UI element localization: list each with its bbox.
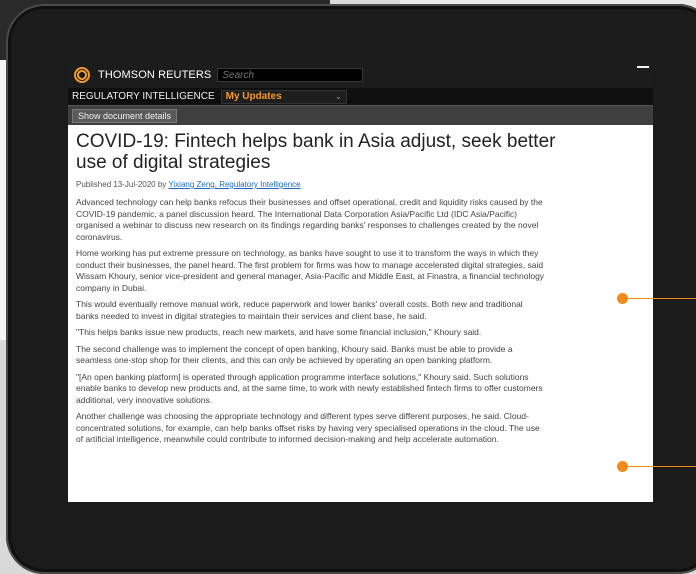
search-input[interactable] [217,68,364,82]
chevron-down-icon: ⌄ [334,92,342,101]
thomson-reuters-logo-icon [74,67,90,83]
sub-header: REGULATORY INTELLIGENCE My Updates ⌄ [68,88,653,105]
published-text: Published 13-Jul-2020 by [76,180,169,189]
section-label: REGULATORY INTELLIGENCE [72,91,215,102]
author-link[interactable]: Yixiang Zeng, Regulatory Intelligence [168,180,300,189]
article-paragraph: "This helps banks issue new products, re… [76,327,482,337]
top-bar: THOMSON REUTERS [68,62,653,88]
brand-name: THOMSON REUTERS [98,69,212,81]
article-paragraph: Home working has put extreme pressure on… [76,248,545,293]
updates-dropdown[interactable]: My Updates ⌄ [220,89,347,104]
tablet-screen: THOMSON REUTERS REGULATORY INTELLIGENCE … [68,62,653,502]
article-body: COVID-19: Fintech helps bank in Asia adj… [68,125,653,502]
article-paragraph: Another challenge was choosing the appro… [76,411,540,444]
menu-line-icon[interactable] [637,66,649,68]
callout-line-1 [627,298,696,299]
article-paragraph: "[An open banking platform] is operated … [76,371,543,405]
article-paragraph: This would eventually remove manual work… [76,299,523,321]
callout-line-2 [627,466,696,467]
article-title: COVID-19: Fintech helps bank in Asia adj… [76,131,556,173]
article-paragraph: The second challenge was to implement th… [76,343,513,366]
show-document-details-button[interactable]: Show document details [72,108,178,123]
dropdown-selected-value: My Updates [225,91,282,102]
tablet-frame: THOMSON REUTERS REGULATORY INTELLIGENCE … [6,4,696,574]
article-byline: Published 13-Jul-2020 by Yixiang Zeng, R… [76,180,646,189]
article-paragraph: Advanced technology can help banks refoc… [76,197,543,242]
document-toolbar: Show document details [68,105,653,125]
